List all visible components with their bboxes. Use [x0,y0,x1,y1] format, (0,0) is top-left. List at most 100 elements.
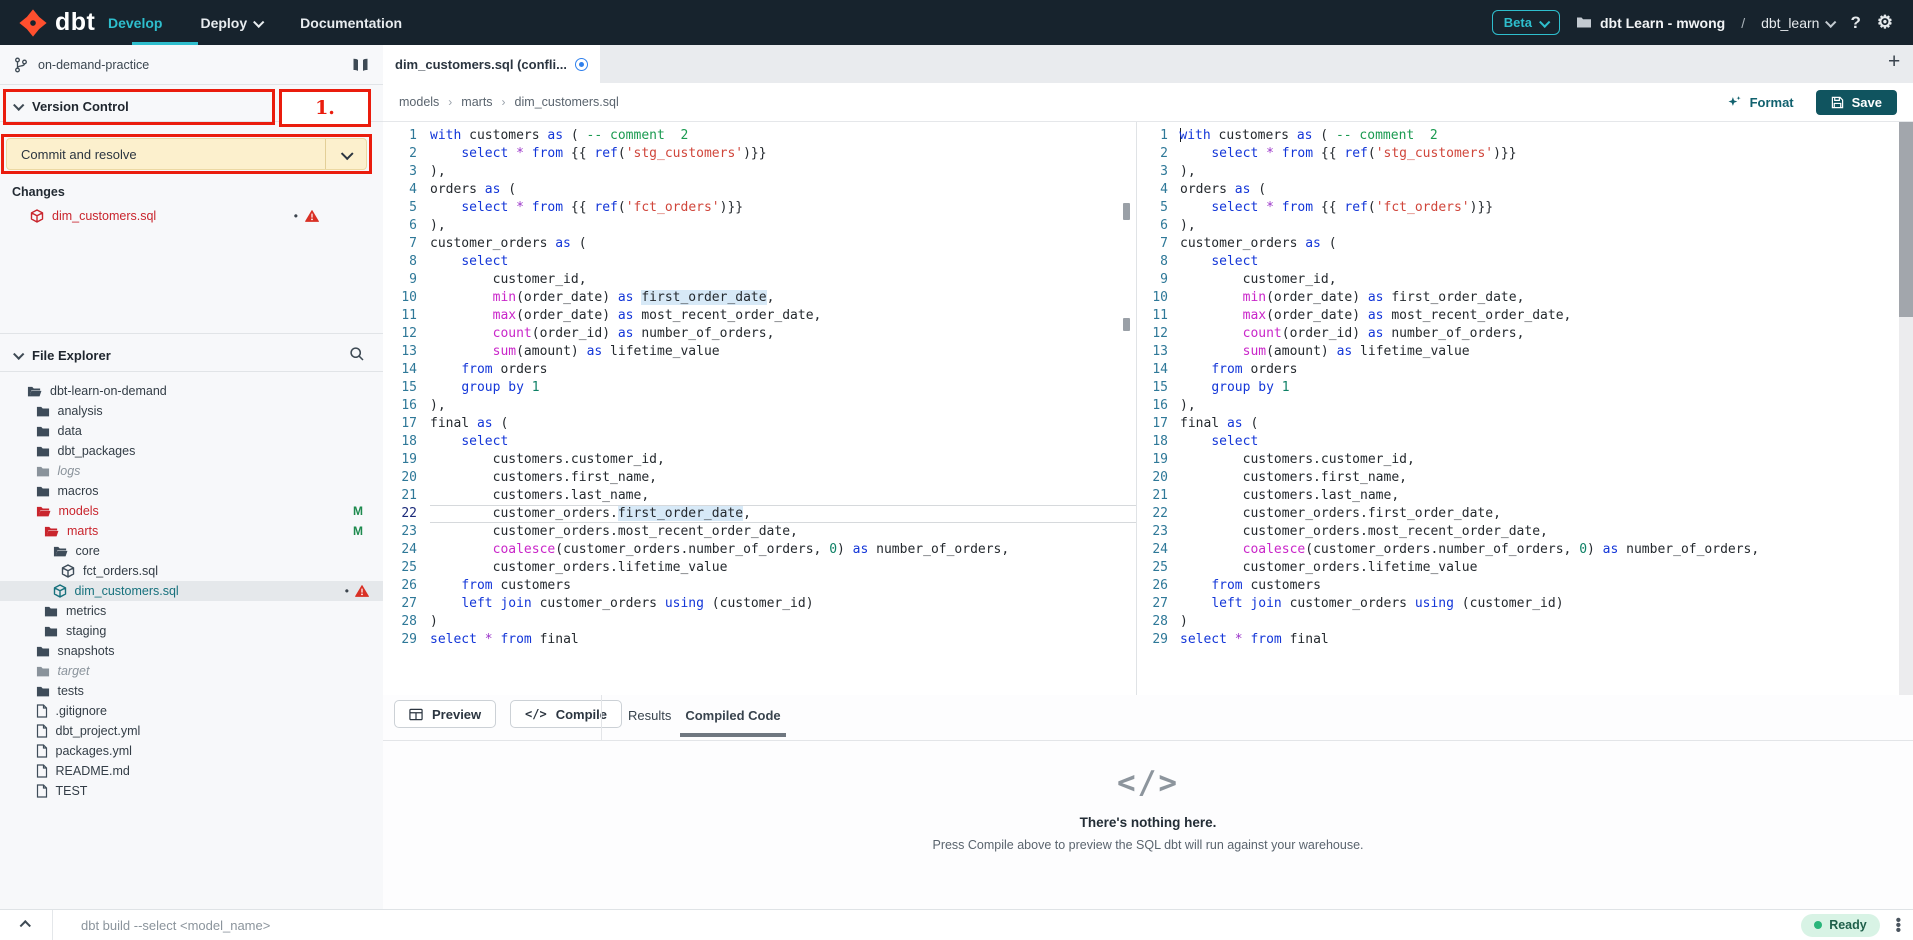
command-input[interactable]: dbt build --select <model_name> [81,918,270,933]
kebab-menu-icon[interactable]: ••• [1896,918,1901,933]
beta-badge[interactable]: Beta [1492,10,1560,35]
tree-item-dbt-learn-on-demand[interactable]: dbt-learn-on-demand [0,381,383,401]
code-line[interactable]: 22 customer_orders.first_order_date, [383,505,1136,523]
tree-item-data[interactable]: data [0,421,383,441]
code-line[interactable]: 20 customers.first_name, [383,469,1136,487]
branch-row[interactable]: on-demand-practice [0,45,383,85]
code-line[interactable]: 14 from orders [383,361,1136,379]
code-line[interactable]: 2 select * from {{ ref('stg_customers')}… [1140,145,1879,163]
code-line[interactable]: 26 from customers [1140,577,1879,595]
nav-documentation[interactable]: Documentation [300,15,402,31]
tree-item-dbt-project-yml[interactable]: dbt_project.yml [0,721,383,741]
search-icon[interactable] [349,346,365,362]
code-line[interactable]: 6), [383,217,1136,235]
code-line[interactable]: 26 from customers [383,577,1136,595]
compile-button[interactable]: </> Compile [510,700,622,728]
code-line[interactable]: 1with customers as ( -- comment 2 [383,127,1136,145]
editor-pane-right[interactable]: 1with customers as ( -- comment 22 selec… [1140,122,1879,695]
code-line[interactable]: 18 select [1140,433,1879,451]
tab-compiled-code[interactable]: Compiled Code [680,708,786,723]
code-line[interactable]: 23 customer_orders.most_recent_order_dat… [1140,523,1879,541]
commit-dropdown-toggle[interactable] [325,139,366,169]
code-line[interactable]: 3), [383,163,1136,181]
scroll-marker[interactable] [1123,203,1130,220]
code-line[interactable]: 19 customers.customer_id, [383,451,1136,469]
code-line[interactable]: 8 select [1140,253,1879,271]
gear-icon[interactable]: ⚙ [1877,12,1893,33]
tree-item-marts[interactable]: martsM [0,521,383,541]
code-line[interactable]: 9 customer_id, [383,271,1136,289]
code-line[interactable]: 18 select [383,433,1136,451]
new-tab-button[interactable]: + [1888,50,1900,74]
code-line[interactable]: 3), [1140,163,1879,181]
docs-book-icon[interactable] [352,58,369,72]
commit-and-resolve-button[interactable]: Commit and resolve [6,138,367,170]
code-line[interactable]: 24 coalesce(customer_orders.number_of_or… [1140,541,1879,559]
code-line[interactable]: 7customer_orders as ( [1140,235,1879,253]
code-line[interactable]: 6), [1140,217,1879,235]
nav-develop[interactable]: Develop [108,15,162,31]
tab-dim-customers[interactable]: dim_customers.sql (confli... [383,45,600,83]
code-line[interactable]: 5 select * from {{ ref('fct_orders')}} [1140,199,1879,217]
account-switcher[interactable]: dbt Learn - mwong [1576,15,1725,31]
tree-item-metrics[interactable]: metrics [0,601,383,621]
file-explorer-header[interactable]: File Explorer [0,339,383,371]
code-line[interactable]: 16), [383,397,1136,415]
tree-item-analysis[interactable]: analysis [0,401,383,421]
editor-pane-left[interactable]: 1with customers as ( -- comment 22 selec… [383,122,1136,695]
breadcrumb-models[interactable]: models [399,95,439,109]
code-line[interactable]: 16), [1140,397,1879,415]
project-switcher[interactable]: dbt_learn [1761,15,1834,31]
code-line[interactable]: 14 from orders [1140,361,1879,379]
tree-item-macros[interactable]: macros [0,481,383,501]
code-line[interactable]: 23 customer_orders.most_recent_order_dat… [383,523,1136,541]
code-line[interactable]: 17final as ( [1140,415,1879,433]
code-line[interactable]: 10 min(order_date) as first_order_date, [383,289,1136,307]
code-line[interactable]: 24 coalesce(customer_orders.number_of_or… [383,541,1136,559]
tab-results[interactable]: Results [628,708,671,723]
code-line[interactable]: 20 customers.first_name, [1140,469,1879,487]
code-line[interactable]: 11 max(order_date) as most_recent_order_… [1140,307,1879,325]
code-line[interactable]: 22 customer_orders.first_order_date, [1140,505,1879,523]
code-line[interactable]: 27 left join customer_orders using (cust… [383,595,1136,613]
version-control-header[interactable]: Version Control [0,91,383,122]
scroll-marker[interactable] [1123,318,1130,331]
tree-item-dbt-packages[interactable]: dbt_packages [0,441,383,461]
code-line[interactable]: 9 customer_id, [1140,271,1879,289]
breadcrumb-file[interactable]: dim_customers.sql [515,95,619,109]
tree-item-dim-customers-sql[interactable]: dim_customers.sql• [0,581,383,601]
code-line[interactable]: 4orders as ( [1140,181,1879,199]
code-line[interactable]: 25 customer_orders.lifetime_value [383,559,1136,577]
code-line[interactable]: 29select * from final [1140,631,1879,649]
scrollbar-thumb[interactable] [1899,122,1913,317]
code-line[interactable]: 25 customer_orders.lifetime_value [1140,559,1879,577]
tree-item-readme-md[interactable]: README.md [0,761,383,781]
preview-button[interactable]: Preview [394,700,496,728]
tree-item-logs[interactable]: logs [0,461,383,481]
code-line[interactable]: 11 max(order_date) as most_recent_order_… [383,307,1136,325]
code-line[interactable]: 2 select * from {{ ref('stg_customers')}… [383,145,1136,163]
breadcrumb-marts[interactable]: marts [461,95,492,109]
nav-deploy[interactable]: Deploy [200,15,262,31]
code-line[interactable]: 29select * from final [383,631,1136,649]
chevron-up-icon[interactable] [20,920,31,931]
tree-item-models[interactable]: modelsM [0,501,383,521]
tree-item-core[interactable]: core [0,541,383,561]
code-line[interactable]: 15 group by 1 [383,379,1136,397]
code-line[interactable]: 21 customers.last_name, [383,487,1136,505]
tree-item-packages-yml[interactable]: packages.yml [0,741,383,761]
code-line[interactable]: 8 select [383,253,1136,271]
code-line[interactable]: 28) [1140,613,1879,631]
tree-item--gitignore[interactable]: .gitignore [0,701,383,721]
code-line[interactable]: 28) [383,613,1136,631]
code-line[interactable]: 12 count(order_id) as number_of_orders, [1140,325,1879,343]
tree-item-test[interactable]: TEST [0,781,383,801]
dbt-logo[interactable]: dbt [18,8,108,38]
code-line[interactable]: 13 sum(amount) as lifetime_value [1140,343,1879,361]
tree-item-tests[interactable]: tests [0,681,383,701]
tree-item-target[interactable]: target [0,661,383,681]
pane-divider[interactable] [1136,122,1137,695]
code-line[interactable]: 15 group by 1 [1140,379,1879,397]
code-line[interactable]: 27 left join customer_orders using (cust… [1140,595,1879,613]
help-icon[interactable]: ? [1850,13,1860,33]
